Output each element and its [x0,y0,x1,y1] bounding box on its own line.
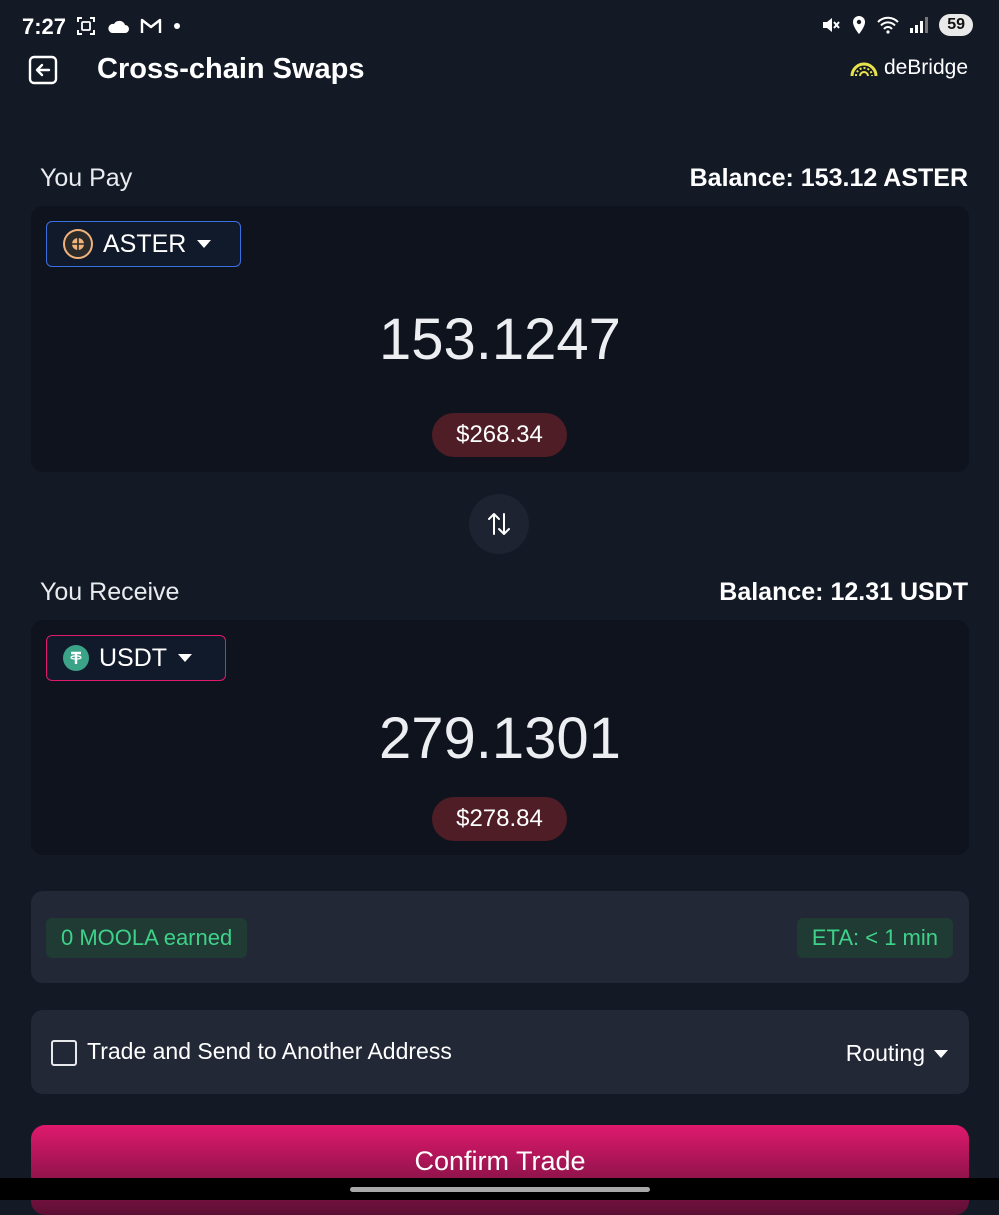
brand-logo: deBridge [850,56,968,80]
debridge-logo-icon [850,62,878,77]
gmail-icon [140,18,162,33]
routing-label: Routing [845,1040,925,1066]
trade-options-card: Trade and Send to Another Address Routin… [31,1010,969,1094]
pay-balance: Balance: 153.12 ASTER [689,164,968,192]
status-right-icons: 59 [821,14,973,36]
receive-balance: Balance: 12.31 USDT [719,578,968,606]
navigation-bar [0,1178,999,1200]
back-arrow-icon [28,55,58,85]
status-left-icons [76,16,182,36]
receive-token-select[interactable]: USDT [46,635,226,681]
mute-icon [823,18,840,32]
send-to-address-checkbox[interactable] [51,1040,77,1066]
page-title: Cross-chain Swaps [97,53,365,85]
confirm-trade-button[interactable]: Confirm Trade [31,1125,969,1215]
receive-usd-value: $278.84 [432,797,567,841]
home-handle[interactable] [350,1187,650,1192]
location-icon [853,16,866,34]
routing-dropdown[interactable]: Routing [846,1040,949,1067]
receive-token-name: USDT [99,643,168,672]
aster-token-icon [63,229,93,259]
moola-earned-badge: 0 MOOLA earned [46,918,248,958]
receive-card: USDT 279.1301 $278.84 [31,620,969,855]
pay-label: You Pay [40,164,133,192]
signal-icon [910,17,929,33]
chevron-down-icon [197,240,212,248]
send-to-address-label[interactable]: Trade and Send to Another Address [87,1038,452,1065]
dot-icon [174,23,180,29]
pay-token-select[interactable]: ASTER [46,221,241,267]
swap-arrows-icon [488,513,510,535]
cloud-icon [108,20,129,33]
usdt-token-icon [63,645,89,671]
screenshot-icon [77,17,95,35]
pay-amount[interactable]: 153.1247 [31,306,969,373]
wifi-icon [877,16,899,34]
swap-direction-button[interactable] [469,494,529,554]
receive-label: You Receive [40,578,180,606]
pay-usd-value: $268.34 [432,413,567,457]
status-time: 7:27 [22,14,67,39]
receive-amount: 279.1301 [379,706,621,771]
eta-badge: ETA: < 1 min [796,918,953,958]
back-button[interactable] [28,55,58,85]
brand-name: deBridge [883,56,968,79]
chevron-down-icon [178,654,193,662]
rewards-info-card: 0 MOOLA earned ETA: < 1 min [31,891,969,983]
chevron-down-icon [934,1049,948,1058]
pay-token-name: ASTER [103,229,187,258]
pay-card: ASTER 153.1247 $268.34 [31,206,969,472]
battery-indicator: 59 [939,14,973,36]
status-bar: 7:27 59 [0,0,999,56]
